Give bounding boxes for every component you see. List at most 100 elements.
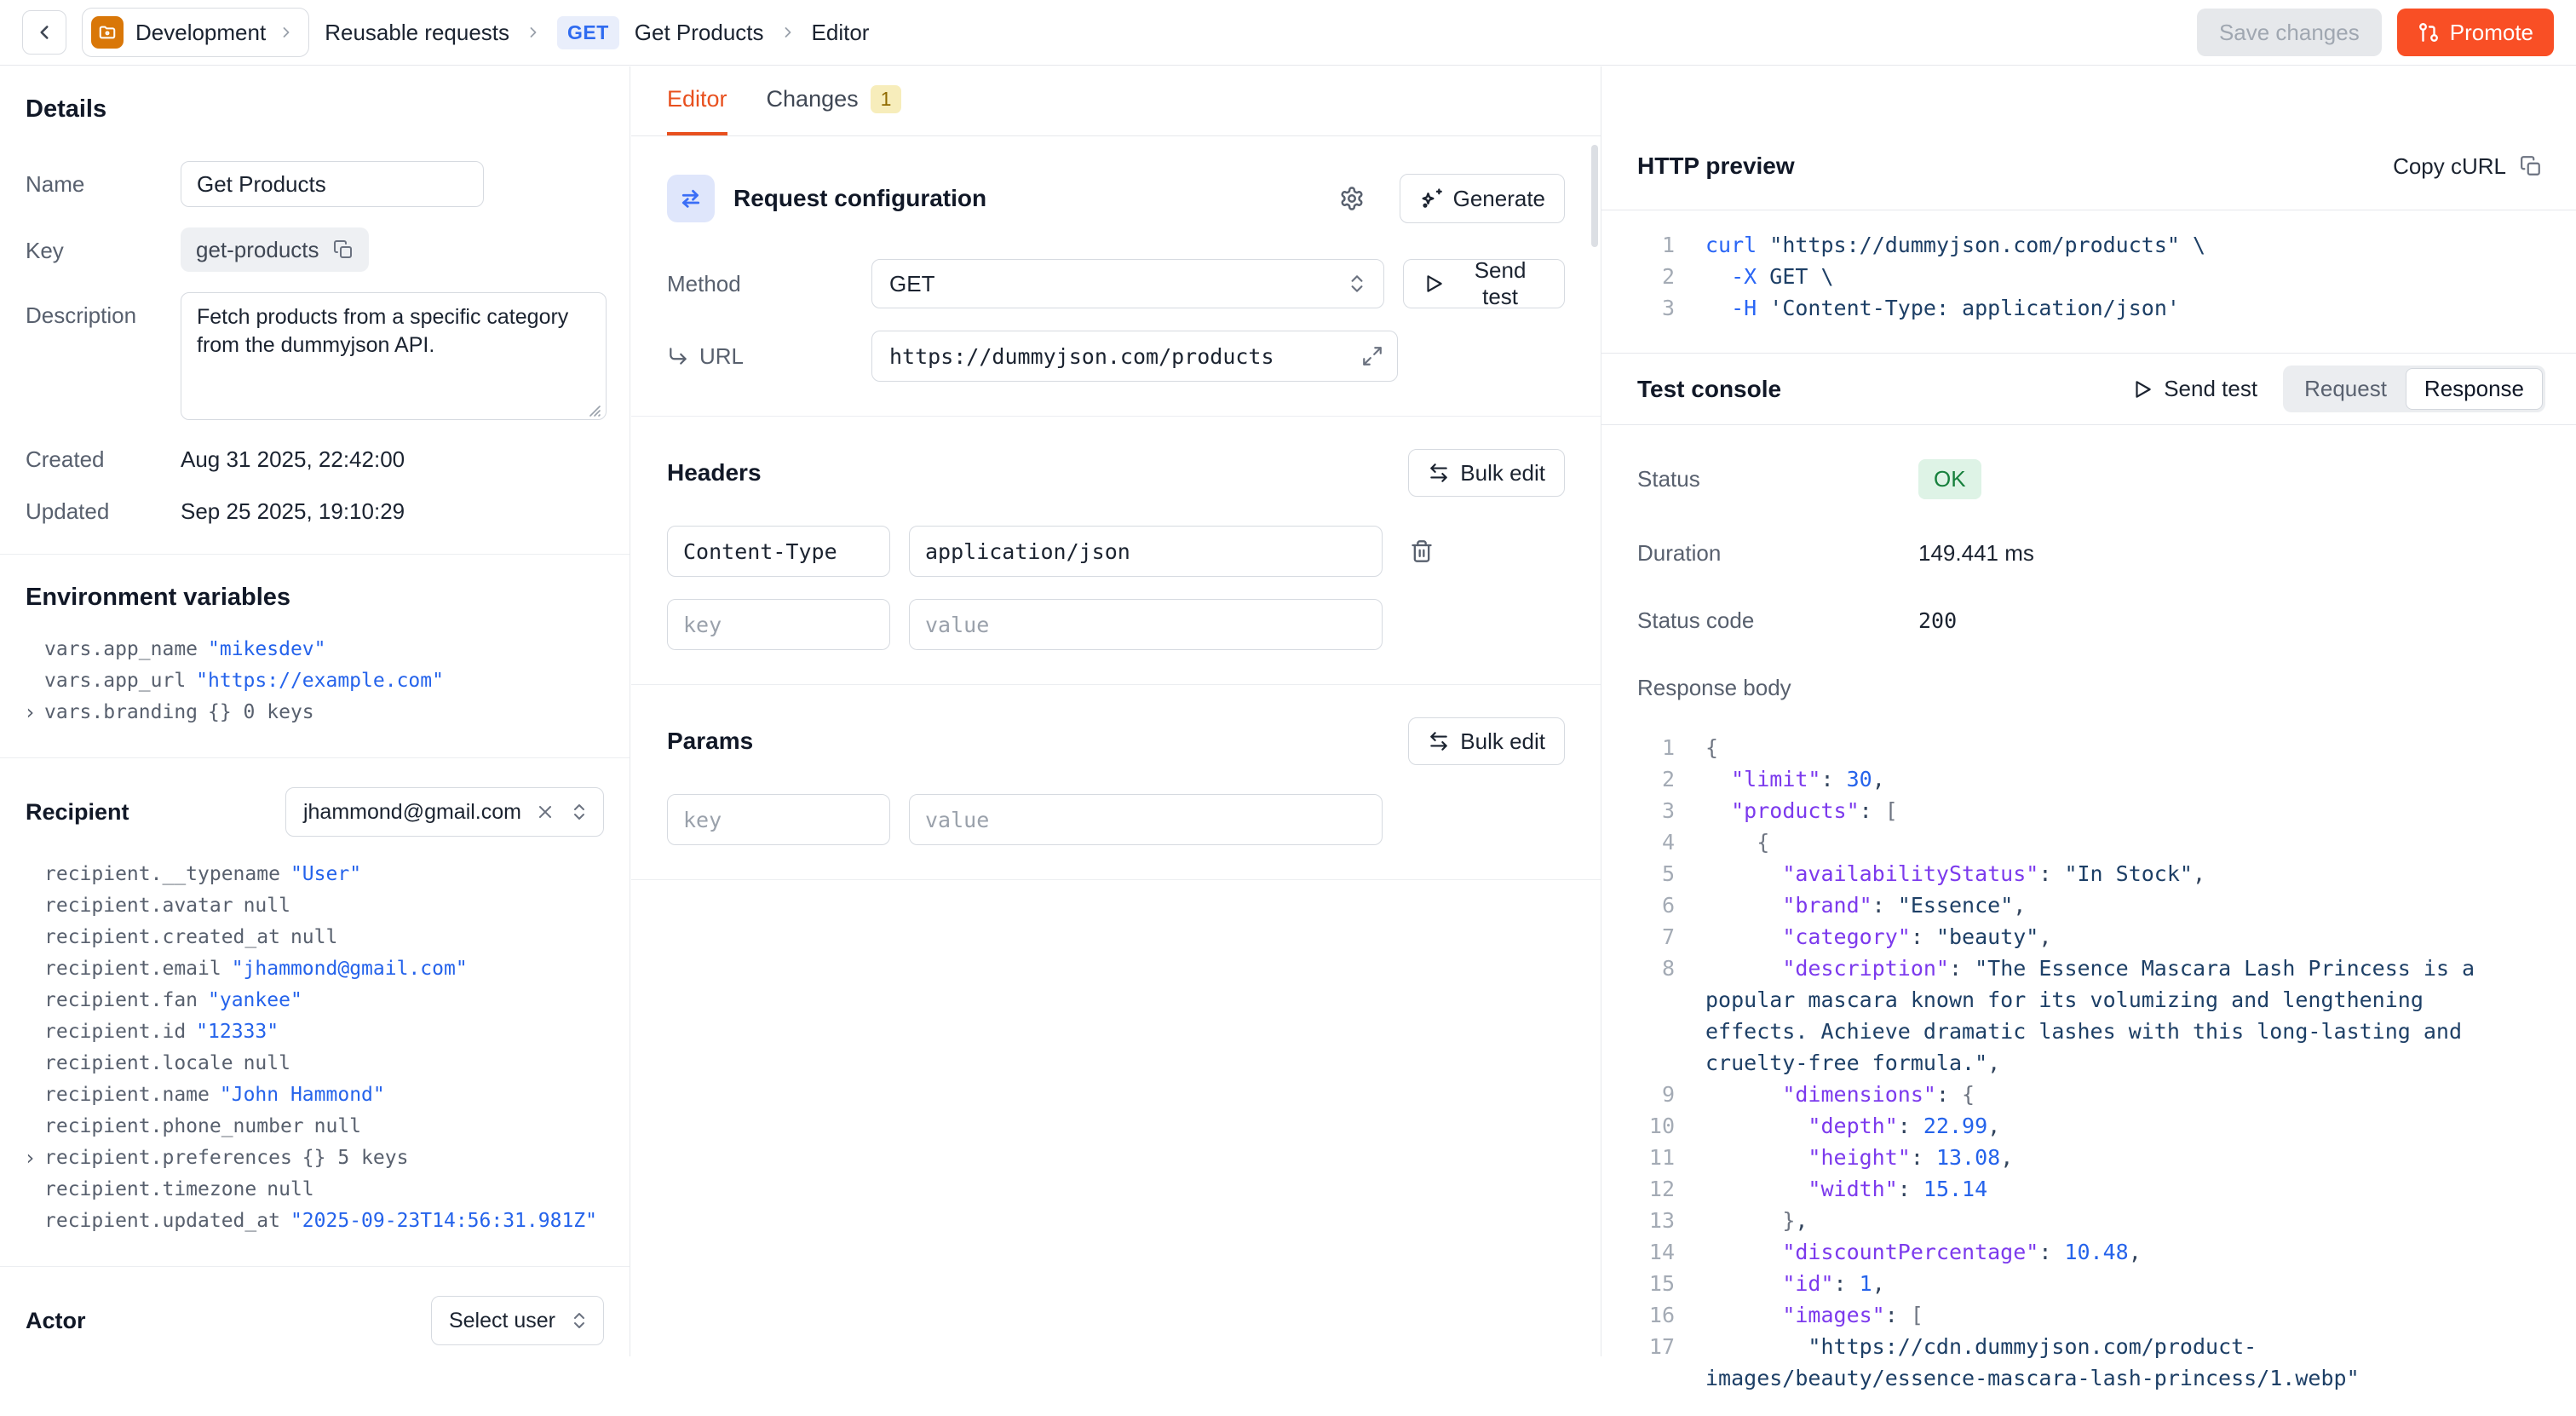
copy-key-button[interactable] [333,239,354,260]
expand-chevron-icon[interactable]: › [24,1143,36,1174]
line-number: 3 [1637,292,1675,324]
header-key-input[interactable] [667,526,890,577]
breadcrumb-section[interactable]: Reusable requests [325,20,509,46]
description-textarea[interactable]: Fetch products from a specific category … [181,292,607,420]
arrow-left-right-icon [1428,730,1450,752]
variable-value: "mikesdev" [208,638,325,660]
variable-key: recipient.fan [44,989,198,1011]
variable-value: "yankee" [208,989,302,1011]
expand-icon[interactable] [1361,345,1383,367]
response-tab[interactable]: Response [2406,368,2543,410]
environment-variables-list: vars.app_name "mikesdev" vars.app_url"http… [44,634,604,728]
variable-row: recipient.fan "yankee" [44,985,604,1016]
variable-key: recipient.name [44,1084,210,1106]
send-test-button[interactable]: Send test [1403,259,1565,308]
gear-icon [1339,186,1365,211]
variable-key: vars.branding [44,701,198,723]
promote-button[interactable]: Promote [2397,9,2554,56]
chevron-right-icon [779,24,796,41]
settings-button[interactable] [1331,178,1372,219]
line-number: 7 [1637,921,1675,953]
save-changes-button[interactable]: Save changes [2197,9,2382,56]
headers-bulk-edit-button[interactable]: Bulk edit [1408,449,1565,497]
variable-key: recipient.id [44,1021,186,1043]
created-label: Created [26,446,181,473]
chevrons-up-down-icon [569,802,589,822]
request-tab[interactable]: Request [2286,368,2406,410]
variable-value: null [290,926,337,948]
generate-button[interactable]: Generate [1400,174,1565,223]
divider [0,1266,630,1267]
actor-select[interactable]: Select user [431,1296,604,1345]
updated-label: Updated [26,498,181,525]
resize-grip-icon[interactable] [586,402,601,417]
param-key-input[interactable] [667,794,890,845]
top-bar: Development Reusable requests GET Get Pr… [0,0,2576,66]
variable-row[interactable]: ›vars.branding{} 0 keys [44,697,604,728]
variable-row[interactable]: ›recipient.preferences{} 5 keys [44,1143,604,1174]
variable-key: vars.app_name [44,638,198,660]
swap-arrows-icon [667,175,715,222]
console-send-test-button[interactable]: Send test [2131,376,2257,402]
breadcrumb-request-name[interactable]: Get Products [635,20,764,46]
key-value: get-products [196,237,319,263]
arrow-left-right-icon [1428,462,1450,484]
line-number: 2 [1637,763,1675,795]
params-bulk-edit-button[interactable]: Bulk edit [1408,717,1565,765]
name-input[interactable] [181,161,484,207]
code-line: 12 "width": 15.14 [1637,1173,2533,1205]
header-value-input[interactable] [909,526,1383,577]
play-icon [1423,273,1445,295]
chevron-right-icon [278,24,295,41]
clear-icon[interactable] [535,802,555,822]
line-number: 15 [1637,1268,1675,1299]
variable-row: vars.app_url"https://example.com" [44,665,604,697]
variable-row: recipient.id"12333" [44,1016,604,1048]
method-badge: GET [557,16,619,49]
code-line: 5 "availabilityStatus": "In Stock", [1637,858,2533,889]
line-number: 16 [1637,1299,1675,1331]
line-number: 9 [1637,1079,1675,1110]
line-number: 4 [1637,826,1675,858]
method-select[interactable]: GET [871,259,1384,308]
sparkles-icon [1419,187,1443,210]
copy-curl-button[interactable]: Copy cURL [2393,153,2542,180]
param-value-input[interactable] [909,794,1383,845]
expand-chevron-icon[interactable]: › [24,697,36,728]
variable-value: "jhammond@gmail.com" [232,958,468,980]
scrollbar-thumb[interactable] [1591,145,1598,247]
code-line: 14 "discountPercentage": 10.48, [1637,1236,2533,1268]
recipient-select[interactable]: jhammond@gmail.com [285,787,604,837]
variable-key: recipient.email [44,958,221,980]
recipient-row: Recipient jhammond@gmail.com [26,787,604,837]
url-input[interactable]: https://dummyjson.com/products [871,331,1398,382]
variable-key: vars.app_url [44,670,186,692]
variable-key: recipient.avatar [44,895,233,917]
back-button[interactable] [22,10,66,55]
request-configuration-title: Request configuration [733,185,986,212]
environment-switcher[interactable]: Development [82,8,309,57]
headers-section-header: Headers Bulk edit [667,449,1565,497]
tab-editor[interactable]: Editor [667,66,727,135]
key-label: Key [26,227,181,264]
description-label: Description [26,292,181,329]
delete-header-button[interactable] [1401,531,1442,572]
editor-tabbar: Editor Changes 1 [631,66,1601,136]
status-code-value: 200 [1918,608,1957,633]
duration-value: 149.441 ms [1918,540,2034,567]
test-console-header: Test console Send test Request Response [1601,354,2576,425]
updated-value: Sep 25 2025, 19:10:29 [181,498,405,525]
variable-row: recipient.email "jhammond@gmail.com" [44,953,604,985]
line-number: 14 [1637,1236,1675,1268]
preview-panel: HTTP preview Copy cURL 1curl "https://du… [1601,66,2576,1356]
environment-variables-title: Environment variables [26,584,604,612]
header-value-input[interactable] [909,599,1383,650]
actor-label: Actor [26,1308,86,1334]
code-line: 1{ [1637,732,2533,763]
line-number: 8 [1637,953,1675,1079]
header-key-input[interactable] [667,599,890,650]
tab-changes[interactable]: Changes 1 [767,66,902,135]
name-field-row: Name [26,161,604,207]
trash-icon [1410,539,1434,563]
chevrons-up-down-icon [1346,273,1368,295]
